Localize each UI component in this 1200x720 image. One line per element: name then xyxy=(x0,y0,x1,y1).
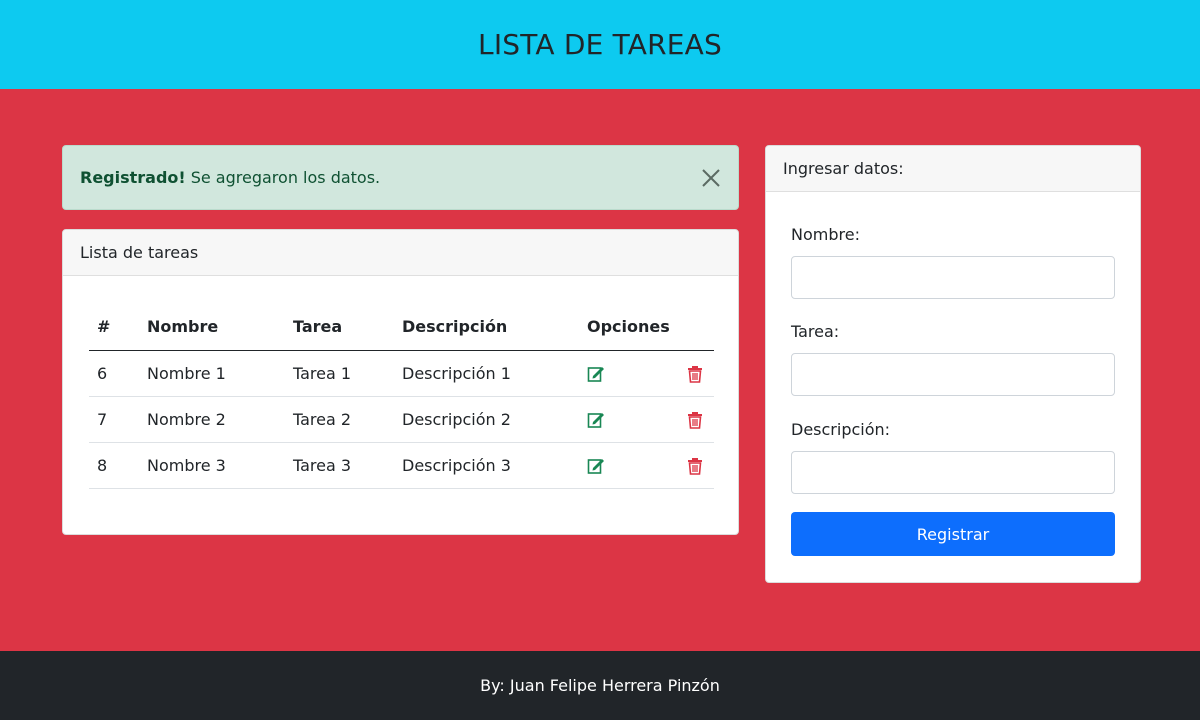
cell-nombre: Nombre 1 xyxy=(139,350,285,397)
registrar-button[interactable]: Registrar xyxy=(791,512,1115,556)
table-row: 7 Nombre 2 Tarea 2 Descripción 2 xyxy=(89,396,714,443)
cell-id: 7 xyxy=(89,396,139,443)
tarea-label: Tarea: xyxy=(791,322,840,341)
form-card-header: Ingresar datos: xyxy=(766,146,1140,192)
alert-strong-text: Registrado! xyxy=(80,168,186,187)
close-icon[interactable] xyxy=(698,165,724,191)
nombre-input[interactable] xyxy=(791,256,1115,299)
trash-icon[interactable] xyxy=(686,365,704,383)
cell-delete xyxy=(677,442,714,489)
tasks-table: # Nombre Tarea Descripción Opciones 6 No… xyxy=(89,304,714,489)
cell-tarea: Tarea 3 xyxy=(285,442,394,489)
cell-descripcion: Descripción 3 xyxy=(394,442,579,489)
cell-id: 6 xyxy=(89,350,139,397)
cell-nombre: Nombre 2 xyxy=(139,396,285,443)
col-header-id: # xyxy=(89,304,139,351)
cell-edit xyxy=(579,442,678,489)
nombre-label: Nombre: xyxy=(791,225,860,244)
top-header: LISTA DE TAREAS xyxy=(0,0,1200,89)
table-row: 6 Nombre 1 Tarea 1 Descripción 1 xyxy=(89,350,714,397)
cell-id: 8 xyxy=(89,442,139,489)
edit-icon[interactable] xyxy=(587,411,605,429)
edit-icon[interactable] xyxy=(587,365,605,383)
tasks-card-header: Lista de tareas xyxy=(63,230,738,276)
page-title: LISTA DE TAREAS xyxy=(478,28,722,61)
col-header-descripcion: Descripción xyxy=(394,304,579,351)
tasks-card: Lista de tareas # Nombre Tarea Descripci… xyxy=(62,229,739,535)
footer-credit: By: Juan Felipe Herrera Pinzón xyxy=(480,676,720,695)
trash-icon[interactable] xyxy=(686,411,704,429)
alert-message: Se agregaron los datos. xyxy=(190,168,381,187)
cell-descripcion: Descripción 2 xyxy=(394,396,579,443)
success-alert: Registrado! Se agregaron los datos. xyxy=(62,145,739,210)
col-header-nombre: Nombre xyxy=(139,304,285,351)
table-row: 8 Nombre 3 Tarea 3 Descripción 3 xyxy=(89,442,714,489)
cell-edit xyxy=(579,396,678,443)
cell-descripcion: Descripción 1 xyxy=(394,350,579,397)
descripcion-input[interactable] xyxy=(791,451,1115,494)
edit-icon[interactable] xyxy=(587,457,605,475)
descripcion-label: Descripción: xyxy=(791,420,891,439)
tarea-input[interactable] xyxy=(791,353,1115,396)
cell-edit xyxy=(579,350,678,397)
cell-delete xyxy=(677,396,714,443)
cell-delete xyxy=(677,350,714,397)
cell-nombre: Nombre 3 xyxy=(139,442,285,489)
cell-tarea: Tarea 2 xyxy=(285,396,394,443)
col-header-blank xyxy=(677,304,714,351)
cell-tarea: Tarea 1 xyxy=(285,350,394,397)
trash-icon[interactable] xyxy=(686,457,704,475)
footer: By: Juan Felipe Herrera Pinzón xyxy=(0,651,1200,720)
col-header-tarea: Tarea xyxy=(285,304,394,351)
col-header-opciones: Opciones xyxy=(579,304,678,351)
form-card: Ingresar datos: Nombre: Tarea: Descripci… xyxy=(765,145,1141,583)
table-header-row: # Nombre Tarea Descripción Opciones xyxy=(89,304,714,351)
